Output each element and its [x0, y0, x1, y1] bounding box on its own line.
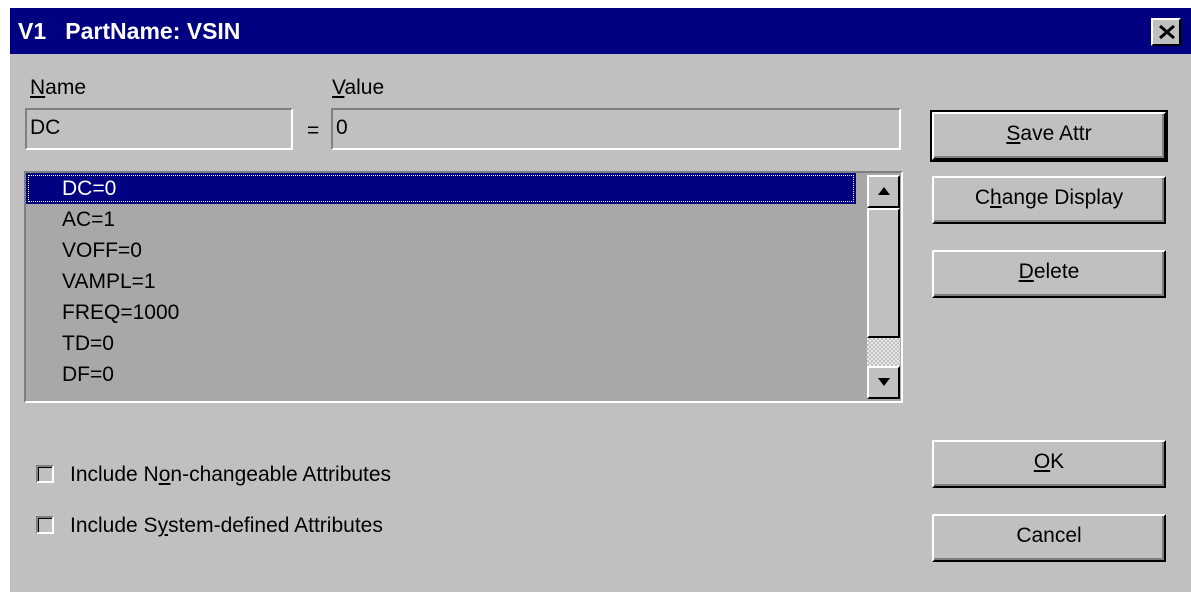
value-field[interactable]: 0 — [331, 108, 901, 150]
include-nonchangeable-checkbox-row[interactable]: Include Non-changeable Attributes — [36, 462, 536, 488]
include-nonchangeable-checkbox[interactable] — [36, 465, 54, 483]
list-item[interactable]: DC=0 — [26, 173, 856, 204]
scroll-up-button[interactable] — [867, 175, 900, 208]
dialog-title: V1 PartName: VSIN — [18, 18, 241, 44]
value-label: Value — [332, 76, 385, 99]
list-item[interactable]: FREQ=1000 — [26, 297, 856, 328]
ok-button[interactable]: OK — [932, 440, 1166, 488]
include-system-checkbox-row[interactable]: Include System-defined Attributes — [36, 513, 536, 539]
attribute-list[interactable]: DC=0 AC=1 VOFF=0 VAMPL=1 FREQ=1000 TD=0 DF=0 — [24, 171, 903, 403]
name-field[interactable]: DC — [25, 108, 293, 150]
name-label: Name — [30, 76, 87, 99]
list-item[interactable]: VOFF=0 — [26, 235, 856, 266]
list-scrollbar[interactable] — [867, 175, 900, 399]
up-arrow-icon — [878, 187, 890, 195]
scroll-down-button[interactable] — [867, 366, 900, 399]
list-item[interactable]: DF=0 — [26, 359, 856, 390]
close-button[interactable] — [1151, 18, 1181, 46]
equals-sign: = — [307, 119, 320, 142]
include-system-checkbox[interactable] — [36, 516, 54, 534]
list-item[interactable]: VAMPL=1 — [26, 266, 856, 297]
scroll-thumb[interactable] — [867, 208, 900, 338]
close-icon — [1159, 25, 1175, 39]
scroll-track[interactable] — [867, 338, 900, 366]
down-arrow-icon — [878, 378, 890, 386]
include-nonchangeable-label: Include Non-changeable Attributes — [70, 463, 392, 486]
cancel-button[interactable]: Cancel — [932, 514, 1166, 562]
save-attr-button[interactable]: Save Attr — [930, 110, 1168, 162]
change-display-button[interactable]: Change Display — [932, 176, 1166, 224]
attribute-dialog: V1 PartName: VSIN Name Value DC = 0 DC=0… — [10, 8, 1191, 592]
delete-button[interactable]: Delete — [932, 250, 1166, 298]
list-item[interactable]: TD=0 — [26, 328, 856, 359]
title-bar[interactable]: V1 PartName: VSIN — [10, 8, 1191, 54]
include-system-label: Include System-defined Attributes — [70, 514, 383, 537]
list-item[interactable]: AC=1 — [26, 204, 856, 235]
